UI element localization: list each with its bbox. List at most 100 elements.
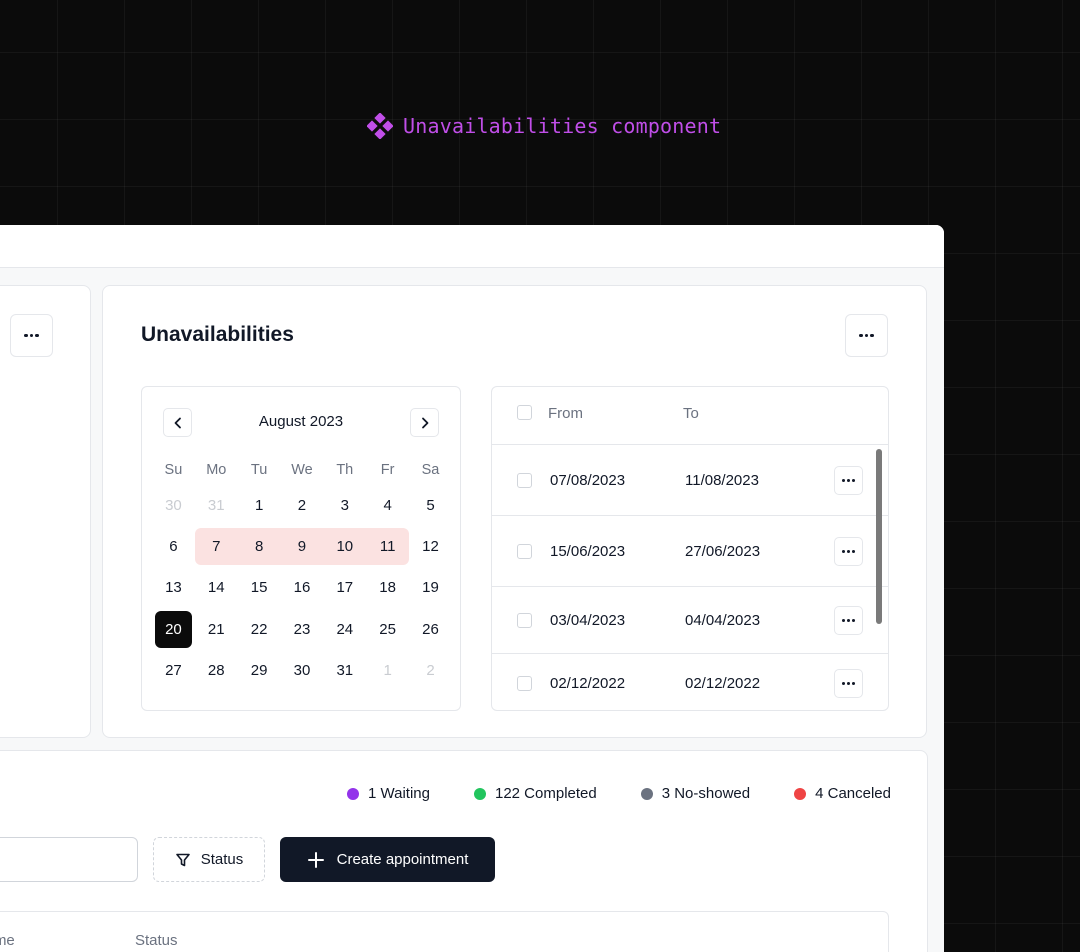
calendar-day-selected[interactable]: 10 — [323, 538, 366, 555]
create-appointment-label: Create appointment — [336, 851, 469, 868]
calendar-day[interactable]: 16 — [281, 579, 324, 596]
calendar-next-button[interactable] — [410, 408, 439, 437]
calendar-day[interactable]: 12 — [409, 538, 452, 555]
calendar-week: 20 21 22 23 24 25 26 — [152, 609, 452, 650]
calendar-day[interactable]: 28 — [195, 662, 238, 679]
calendar-weekday: We — [291, 462, 313, 478]
calendar-day[interactable]: 18 — [366, 579, 409, 596]
calendar-day[interactable]: 22 — [238, 621, 281, 638]
search-input[interactable] — [0, 837, 138, 882]
calendar-day-selected[interactable]: 8 — [238, 538, 281, 555]
calendar-day[interactable]: 27 — [152, 662, 195, 679]
calendar-week: 13 14 15 16 17 18 19 — [152, 567, 452, 608]
column-header-from: From — [548, 405, 583, 422]
row-checkbox[interactable] — [517, 473, 532, 488]
row-from-date: 15/06/2023 — [550, 543, 626, 560]
calendar-day-selected[interactable]: 11 — [366, 538, 409, 555]
stat-waiting: 1 Waiting — [347, 785, 430, 802]
table-row: 03/04/2023 04/04/2023 — [492, 587, 888, 654]
more-horizontal-icon — [24, 333, 39, 338]
diamond-cluster-icon — [367, 113, 393, 139]
calendar-week: 30 31 1 2 3 4 5 — [152, 485, 452, 526]
more-horizontal-icon — [859, 333, 874, 338]
calendar-day[interactable]: 13 — [152, 579, 195, 596]
row-to-date: 04/04/2023 — [685, 612, 761, 629]
row-to-date: 11/08/2023 — [685, 472, 759, 489]
stat-no-showed-label: 3 No-showed — [661, 785, 751, 802]
row-more-button[interactable] — [834, 669, 863, 698]
stat-completed: 122 Completed — [473, 785, 597, 802]
calendar-day-today-label: 20 — [154, 610, 192, 648]
calendar-day[interactable]: 14 — [195, 579, 238, 596]
calendar-day[interactable]: 5 — [409, 497, 452, 514]
status-dot-no-showed — [640, 787, 653, 800]
column-header-to: To — [683, 405, 699, 422]
calendar-day[interactable]: 25 — [366, 621, 409, 638]
status-filter-button[interactable]: Status — [153, 837, 265, 882]
status-dot-completed — [473, 787, 486, 800]
table-row: 02/12/2022 02/12/2022 — [492, 654, 888, 710]
row-checkbox[interactable] — [517, 613, 532, 628]
row-to-date: 02/12/2022 — [685, 675, 761, 692]
plus-icon — [307, 851, 324, 868]
calendar-day[interactable]: 3 — [323, 497, 366, 514]
calendar-day[interactable]: 6 — [152, 538, 195, 555]
row-checkbox[interactable] — [517, 544, 532, 559]
unavailabilities-table: From To 07/08/2023 11/08/2023 15/06/2023… — [491, 386, 889, 711]
table-row: 07/08/2023 11/08/2023 — [492, 445, 888, 516]
chevron-right-icon — [421, 417, 428, 428]
calendar-grid: Su Mo Tu We Th Fr Sa 30 31 1 2 3 4 5 6 7… — [152, 455, 452, 691]
calendar-day[interactable]: 1 — [366, 662, 409, 679]
status-dot-waiting — [347, 787, 359, 800]
unavailabilities-card: Unavailabilities August 2023 Su Mo Tu We… — [102, 285, 927, 738]
calendar-day[interactable]: 2 — [281, 497, 324, 514]
column-header-status: Status — [135, 932, 178, 949]
calendar-day[interactable]: 21 — [195, 621, 238, 638]
unavailabilities-more-button[interactable] — [845, 314, 888, 357]
row-more-button[interactable] — [834, 466, 863, 495]
stat-canceled-label: 4 Canceled — [815, 785, 891, 802]
appointments-card: 1 Waiting 122 Completed 3 No-showed 4 Ca… — [0, 750, 928, 952]
calendar-day[interactable]: 31 — [195, 497, 238, 514]
calendar-day[interactable]: 23 — [281, 621, 324, 638]
appointment-stats: 1 Waiting 122 Completed 3 No-showed 4 Ca… — [303, 785, 891, 802]
table-scrollbar[interactable] — [876, 449, 882, 624]
select-all-checkbox[interactable] — [517, 405, 532, 420]
status-filter-label: Status — [200, 851, 244, 868]
row-more-button[interactable] — [834, 537, 863, 566]
calendar-day[interactable]: 4 — [366, 497, 409, 514]
calendar-day[interactable]: 29 — [238, 662, 281, 679]
status-dot-canceled — [794, 787, 807, 800]
calendar-day-today[interactable]: 20 — [152, 610, 195, 648]
row-more-button[interactable] — [834, 606, 863, 635]
calendar-weekday: Mo — [206, 462, 227, 478]
calendar-day[interactable]: 31 — [323, 662, 366, 679]
calendar-day[interactable]: 26 — [409, 621, 452, 638]
stat-waiting-label: 1 Waiting — [368, 785, 430, 802]
calendar-week: 27 28 29 30 31 1 2 — [152, 650, 452, 691]
calendar-day[interactable]: 30 — [281, 662, 324, 679]
create-appointment-button[interactable]: Create appointment — [280, 837, 495, 882]
calendar-day[interactable]: 15 — [238, 579, 281, 596]
calendar-weekday: Fr — [380, 462, 395, 478]
row-from-date: 03/04/2023 — [550, 612, 626, 629]
filter-icon — [175, 853, 190, 866]
unavailabilities-title: Unavailabilities — [141, 323, 294, 346]
calendar-day[interactable]: 30 — [152, 497, 195, 514]
calendar-weekday: Sa — [421, 462, 440, 478]
component-label: Unavailabilities component — [367, 113, 721, 139]
calendar-day[interactable]: 24 — [323, 621, 366, 638]
row-to-date: 27/06/2023 — [685, 543, 761, 560]
calendar-day-selected[interactable]: 7 — [195, 538, 238, 555]
row-checkbox[interactable] — [517, 676, 532, 691]
more-horizontal-icon — [842, 682, 855, 685]
calendar-day[interactable]: 1 — [238, 497, 281, 514]
calendar-day[interactable]: 2 — [409, 662, 452, 679]
calendar-day[interactable]: 17 — [323, 579, 366, 596]
calendar-day[interactable]: 19 — [409, 579, 452, 596]
left-card-more-button[interactable] — [10, 314, 53, 357]
panel-topbar — [0, 225, 944, 268]
column-header-time: Time — [0, 932, 15, 949]
component-label-text: Unavailabilities component — [403, 114, 722, 138]
calendar-day-selected[interactable]: 9 — [281, 538, 324, 555]
